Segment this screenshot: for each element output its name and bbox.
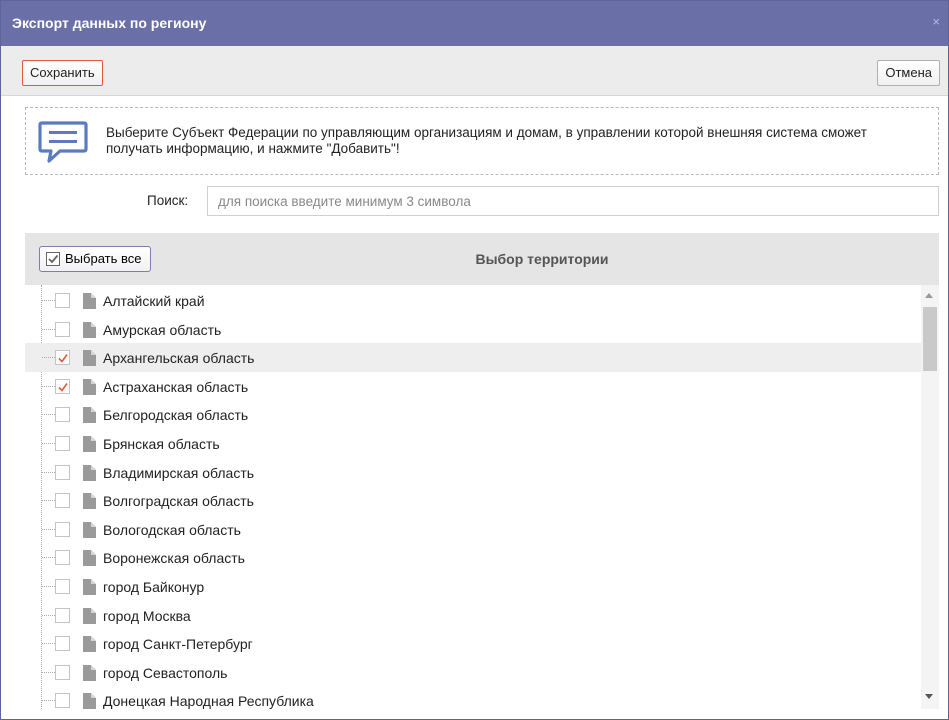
region-tree-item[interactable]: Астраханская область — [25, 372, 921, 401]
region-tree-item[interactable]: Воронежская область — [25, 543, 921, 572]
dialog-title: Экспорт данных по региону — [12, 15, 207, 31]
search-label: Поиск: — [147, 193, 189, 208]
document-icon — [83, 436, 96, 452]
message-icon — [38, 121, 88, 163]
document-icon — [83, 521, 96, 538]
region-checkbox[interactable] — [55, 521, 70, 537]
region-label: Вологодская область — [103, 521, 241, 538]
tree-branch-line — [42, 385, 55, 387]
document-icon — [83, 321, 96, 338]
region-tree-item[interactable]: Амурская область — [25, 315, 921, 344]
region-checkbox[interactable] — [55, 550, 70, 566]
tree-branch-line — [42, 586, 55, 587]
tree-branch-line — [42, 300, 55, 301]
search-input[interactable] — [207, 186, 939, 216]
tree-scrollbar[interactable] — [921, 285, 939, 709]
cancel-button[interactable]: Отмена — [877, 60, 940, 86]
info-notice: Выберите Субъект Федерации по управляющи… — [25, 107, 939, 175]
region-checkbox[interactable] — [55, 436, 70, 451]
region-tree-item[interactable]: Владимирская область — [25, 458, 921, 487]
region-tree-item[interactable]: город Байконур — [25, 572, 921, 601]
region-checkbox[interactable] — [55, 579, 70, 594]
document-icon — [83, 664, 96, 681]
dialog-toolbar: Сохранить Отмена — [1, 46, 948, 96]
region-checkbox[interactable] — [55, 636, 70, 652]
region-checkbox[interactable] — [55, 464, 70, 480]
territory-panel-header: Выбрать все Выбор территории — [25, 233, 939, 285]
region-label: Алтайский край — [103, 293, 205, 309]
scrollbar-thumb[interactable] — [923, 307, 937, 371]
region-label: Архангельская область — [103, 350, 255, 367]
region-tree-item[interactable]: Архангельская область — [25, 343, 921, 373]
tree-branch-line — [42, 614, 55, 616]
tree-branch-line — [42, 671, 55, 673]
tree-branch-line — [42, 471, 55, 473]
panel-title: Выбор территории — [475, 251, 609, 267]
region-checkbox[interactable] — [55, 664, 70, 680]
tree-branch-line — [42, 643, 55, 645]
region-tree: Алтайский край Амурская область Архангельс… — [25, 285, 939, 709]
document-icon — [83, 350, 96, 367]
document-icon — [83, 550, 96, 567]
region-label: Владимирская область — [103, 464, 255, 481]
scroll-down-arrow-icon[interactable] — [925, 694, 933, 699]
region-label: Донецкая Народная Республика — [103, 693, 314, 709]
document-icon — [83, 493, 96, 510]
region-checkbox[interactable] — [55, 293, 70, 308]
region-tree-item[interactable]: город Севастополь — [25, 658, 921, 687]
region-label: Астраханская область — [103, 378, 249, 395]
document-icon — [83, 407, 96, 424]
document-icon — [83, 464, 96, 481]
region-label: Волгоградская область — [103, 493, 254, 510]
region-tree-item[interactable]: Вологодская область — [25, 515, 921, 544]
region-checkbox[interactable] — [55, 321, 70, 337]
document-icon — [83, 607, 96, 624]
region-checkbox[interactable] — [55, 407, 70, 423]
region-tree-item[interactable]: Белгородская область — [25, 400, 921, 429]
export-dialog: Экспорт данных по региону × Сохранить От… — [0, 0, 949, 720]
tree-branch-line — [42, 528, 55, 530]
region-checkbox-checked[interactable] — [55, 378, 70, 394]
region-checkbox[interactable] — [55, 693, 70, 709]
region-tree-item[interactable]: Донецкая Народная Республика — [25, 686, 921, 709]
document-icon — [83, 636, 96, 653]
search-row: Поиск: — [1, 186, 948, 216]
scroll-up-arrow-icon[interactable] — [925, 293, 933, 298]
tree-branch-line — [42, 414, 55, 416]
tree-branch-line — [42, 443, 55, 444]
region-label: Брянская область — [103, 436, 220, 452]
region-checkbox[interactable] — [55, 493, 70, 509]
region-label: Белгородская область — [103, 407, 249, 424]
region-label: город Байконур — [103, 579, 205, 595]
region-checkbox-checked[interactable] — [55, 350, 70, 366]
region-label: город Москва — [103, 607, 191, 624]
close-icon[interactable]: × — [932, 14, 940, 29]
document-icon — [83, 579, 96, 595]
region-tree-item[interactable]: город Москва — [25, 601, 921, 630]
region-tree-item[interactable]: Волгоградская область — [25, 486, 921, 515]
document-icon — [83, 378, 96, 395]
region-tree-item[interactable]: город Санкт-Петербург — [25, 629, 921, 658]
tree-branch-line — [42, 357, 55, 359]
region-label: Амурская область — [103, 321, 222, 338]
document-icon — [83, 293, 96, 309]
region-checkbox[interactable] — [55, 607, 70, 623]
tree-branch-line — [42, 328, 55, 330]
tree-branch-line — [42, 700, 55, 702]
region-tree-item[interactable]: Алтайский край — [25, 286, 921, 315]
tree-branch-line — [42, 500, 55, 502]
region-label: город Севастополь — [103, 664, 228, 681]
region-tree-item[interactable]: Брянская область — [25, 429, 921, 458]
tree-branch-line — [42, 557, 55, 559]
region-label: Воронежская область — [103, 550, 245, 567]
region-label: город Санкт-Петербург — [103, 636, 253, 653]
document-icon — [83, 693, 96, 709]
dialog-titlebar: Экспорт данных по региону × — [1, 1, 948, 46]
save-button[interactable]: Сохранить — [22, 60, 103, 86]
notice-text: Выберите Субъект Федерации по управляющи… — [106, 125, 867, 156]
